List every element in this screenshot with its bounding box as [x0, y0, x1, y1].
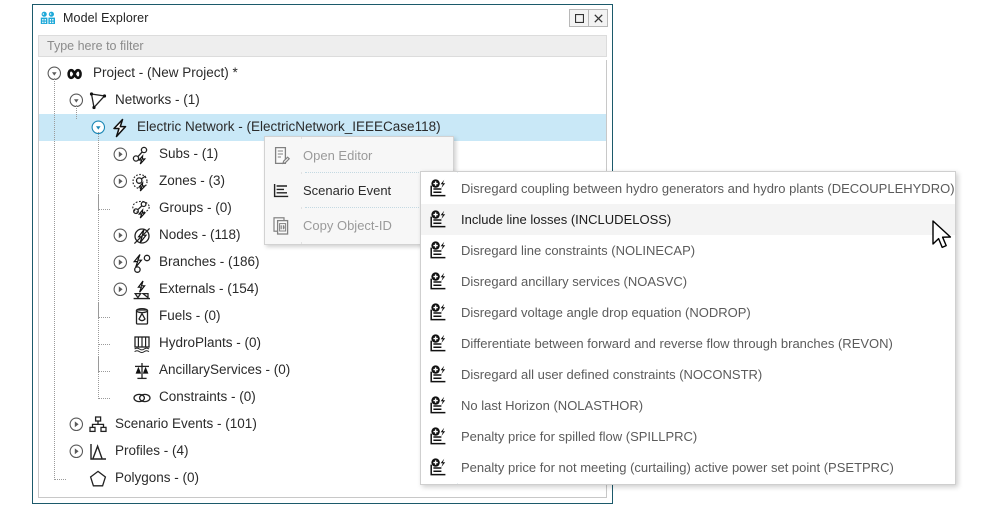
submenu-item[interactable]: Disregard all user defined constraints (… — [421, 359, 955, 390]
close-button[interactable] — [588, 9, 608, 27]
tree-guide-line — [98, 132, 99, 389]
fuel-tank-icon — [131, 307, 153, 327]
add-scenario-event-icon — [421, 334, 457, 354]
submenu-item[interactable]: Penalty price for not meeting (curtailin… — [421, 452, 955, 483]
add-scenario-event-icon — [421, 427, 457, 447]
add-scenario-event-icon — [421, 210, 457, 230]
filter-placeholder: Type here to filter — [47, 39, 144, 53]
submenu-item-label: Include line losses (INCLUDELOSS) — [457, 212, 671, 227]
network-graph-icon — [87, 91, 109, 111]
external-icon — [131, 280, 153, 300]
tree-item[interactable]: Project - (New Project) * — [39, 60, 606, 87]
tree-item-label: Polygons - (0) — [115, 471, 199, 487]
submenu-item-label: Disregard line constraints (NOLINECAP) — [457, 243, 695, 258]
window-controls — [570, 9, 608, 27]
copy-id-icon — [265, 216, 299, 236]
tree-item-label: Subs - (1) — [159, 147, 218, 163]
tree-guide-elbow — [54, 465, 66, 480]
add-scenario-event-icon — [421, 365, 457, 385]
maximize-button[interactable] — [569, 9, 589, 27]
filter-input[interactable]: Type here to filter — [38, 35, 607, 57]
profile-curve-icon — [87, 442, 109, 462]
submenu-item-label: Differentiate between forward and revers… — [457, 336, 893, 351]
open-editor-icon — [265, 146, 299, 166]
context-menu-item-label: Open Editor — [299, 148, 453, 163]
add-scenario-event-icon — [421, 458, 457, 478]
branch-icon — [131, 253, 153, 273]
submenu-item[interactable]: Disregard coupling between hydro generat… — [421, 173, 955, 204]
context-menu-item-label: Scenario Event — [299, 183, 435, 198]
expand-toggle[interactable] — [113, 255, 128, 270]
tree-guide-elbow — [98, 330, 110, 345]
tree-guide-elbow — [98, 303, 110, 318]
scenario-event-icon — [265, 181, 299, 201]
tree-guide-elbow — [98, 357, 110, 372]
tree-item-label: Networks - (1) — [115, 93, 200, 109]
scales-icon — [131, 361, 153, 381]
pentagon-icon — [87, 469, 109, 489]
add-scenario-event-icon — [421, 272, 457, 292]
submenu-item-label: Disregard coupling between hydro generat… — [457, 181, 955, 196]
node-icon — [131, 226, 153, 246]
submenu-item[interactable]: Include line losses (INCLUDELOSS) — [421, 204, 955, 235]
zone-icon — [131, 172, 153, 192]
model-explorer-icon — [40, 11, 56, 25]
submenu-item[interactable]: Disregard voltage angle drop equation (N… — [421, 297, 955, 328]
expand-toggle[interactable] — [69, 444, 84, 459]
tree-item-label: HydroPlants - (0) — [159, 336, 261, 352]
tree-item-label: Branches - (186) — [159, 255, 260, 271]
add-scenario-event-icon — [421, 241, 457, 261]
tree-item-label: Constraints - (0) — [159, 390, 256, 406]
tree-item-label: Project - (New Project) * — [93, 66, 238, 82]
submenu-item-label: Penalty price for spilled flow (SPILLPRC… — [457, 429, 697, 444]
submenu-item[interactable]: Penalty price for spilled flow (SPILLPRC… — [421, 421, 955, 452]
tree-guide-elbow — [98, 384, 110, 399]
tree-item-label: AncillaryServices - (0) — [159, 363, 290, 379]
tree-item-label: Electric Network - (ElectricNetwork_IEEE… — [137, 120, 441, 136]
tree-item-label: Zones - (3) — [159, 174, 225, 190]
tree-guide-line — [76, 105, 77, 119]
close-icon — [594, 14, 603, 23]
window-title: Model Explorer — [63, 11, 148, 25]
maximize-icon — [575, 14, 584, 23]
tree-guide-line — [54, 78, 55, 470]
tree-item-label: Externals - (154) — [159, 282, 259, 298]
add-scenario-event-icon — [421, 179, 457, 199]
scenario-event-submenu[interactable]: Disregard coupling between hydro generat… — [420, 171, 956, 485]
group-icon — [131, 199, 153, 219]
tree-item-label: Fuels - (0) — [159, 309, 221, 325]
scenario-events-icon — [87, 415, 109, 435]
tree-item[interactable]: Networks - (1) — [39, 87, 606, 114]
submenu-item-label: Penalty price for not meeting (curtailin… — [457, 460, 894, 475]
expand-toggle[interactable] — [113, 174, 128, 189]
window-title-bar: Model Explorer — [33, 5, 612, 31]
tree-item-label: Nodes - (118) — [159, 228, 241, 244]
expand-toggle[interactable] — [113, 282, 128, 297]
add-scenario-event-icon — [421, 303, 457, 323]
hydro-plant-icon — [131, 334, 153, 354]
submenu-item-label: Disregard all user defined constraints (… — [457, 367, 762, 382]
tree-item-label: Scenario Events - (101) — [115, 417, 257, 433]
submenu-item[interactable]: Disregard ancillary services (NOASVC) — [421, 266, 955, 297]
expand-toggle[interactable] — [113, 147, 128, 162]
submenu-item-label: Disregard ancillary services (NOASVC) — [457, 274, 687, 289]
submenu-item[interactable]: Disregard line constraints (NOLINECAP) — [421, 235, 955, 266]
expand-toggle[interactable] — [113, 228, 128, 243]
submenu-item[interactable]: No last Horizon (NOLASTHOR) — [421, 390, 955, 421]
tree-guide-elbow — [98, 195, 110, 210]
lightning-icon — [109, 118, 131, 138]
submenu-item-label: Disregard voltage angle drop equation (N… — [457, 305, 751, 320]
expand-toggle[interactable] — [69, 417, 84, 432]
submenu-item-label: No last Horizon (NOLASTHOR) — [457, 398, 643, 413]
submenu-item[interactable]: Differentiate between forward and revers… — [421, 328, 955, 359]
infinity-project-icon — [65, 64, 87, 84]
add-scenario-event-icon — [421, 396, 457, 416]
substation-icon — [131, 145, 153, 165]
chain-link-icon — [131, 388, 153, 408]
context-menu-item: Open Editor — [265, 139, 453, 172]
tree-item-label: Groups - (0) — [159, 201, 232, 217]
tree-item-label: Profiles - (4) — [115, 444, 189, 460]
